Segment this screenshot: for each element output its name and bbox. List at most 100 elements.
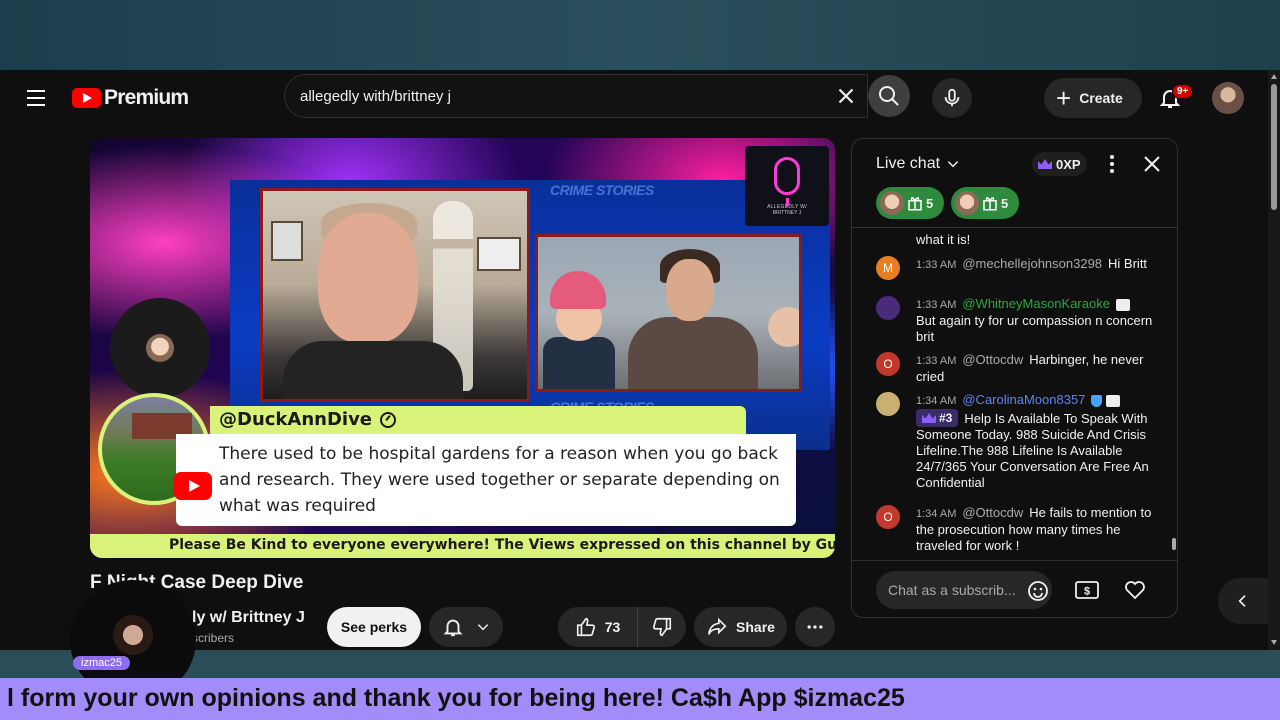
close-chat-icon[interactable] [1140, 152, 1164, 176]
chat-scrollbar-thumb[interactable] [1172, 538, 1176, 550]
notifications-button[interactable]: 9+ [1152, 80, 1194, 116]
thumbs-up-icon [576, 617, 595, 637]
youtube-logo[interactable]: Premium [72, 86, 189, 110]
live-chat-mode-selector[interactable]: Live chat [876, 155, 960, 173]
dislike-button[interactable] [638, 607, 686, 647]
search-icon [879, 86, 899, 106]
author-avatar[interactable]: O [876, 505, 900, 529]
photo-child-body [543, 337, 615, 389]
host-body [283, 341, 463, 399]
chevron-left-icon [1238, 595, 1246, 607]
share-button[interactable]: Share [694, 607, 787, 647]
emoji-icon[interactable] [1026, 579, 1050, 603]
clear-search-icon[interactable] [833, 83, 859, 109]
channel-name[interactable]: ly w/ Brittney J [192, 609, 305, 627]
voice-search-button[interactable] [932, 78, 972, 118]
live-chat-header: Live chat 0XP [852, 139, 1177, 189]
message-author[interactable]: @WhitneyMasonKaraoke [962, 296, 1110, 311]
featured-comment-author: @DuckAnnDive [219, 409, 397, 430]
search-button[interactable] [868, 74, 914, 118]
see-perks-button[interactable]: See perks [327, 607, 421, 647]
like-count: 73 [604, 619, 621, 635]
author-avatar[interactable] [876, 296, 900, 320]
message-time: 1:34 AM [916, 508, 957, 520]
photo-woman-face [666, 259, 714, 321]
more-actions-button[interactable] [795, 607, 835, 647]
xp-indicator[interactable]: 0XP [1032, 152, 1087, 176]
guest-avatar-circle [110, 298, 210, 398]
message-author[interactable]: @Ottocdw [962, 505, 1023, 520]
create-label: Create [1079, 90, 1123, 106]
page-scrollbar[interactable] [1268, 70, 1280, 650]
chat-message-list[interactable]: what it is! M 1:33 AM @mechellejohnson329… [852, 228, 1170, 560]
scroll-up-arrow-icon[interactable] [1271, 74, 1277, 79]
host-camera-feed [260, 188, 530, 402]
super-chat-button[interactable]: $ [1072, 571, 1102, 609]
author-avatar[interactable] [876, 392, 900, 416]
scroll-down-arrow-icon[interactable] [1271, 640, 1277, 645]
ticker-bar: Please Be Kind to everyone everywhere! T… [90, 534, 835, 558]
like-button[interactable]: 73 [558, 607, 638, 647]
gift-icon [983, 197, 997, 211]
youtube-badge-icon [174, 472, 212, 500]
message-time: 1:34 AM [916, 395, 957, 407]
host-face [318, 213, 418, 343]
chat-scrollbar[interactable] [1170, 228, 1177, 560]
side-panel-toggle[interactable] [1218, 578, 1268, 624]
like-chat-button[interactable] [1120, 571, 1150, 609]
gift-membership-pill[interactable]: 5 [876, 187, 944, 219]
photo-child-helmet [550, 271, 606, 309]
stream-marquee: l form your own opinions and thank you f… [0, 678, 1280, 720]
chat-message: O 1:33 AM @Ottocdw Harbinger, he never cri… [876, 352, 1166, 385]
gift-count: 5 [1001, 195, 1009, 211]
live-chat-panel: Live chat 0XP 5 5 what it is! M 1:33 AM @… [851, 138, 1178, 618]
account-avatar[interactable] [1212, 82, 1244, 114]
search-input[interactable] [300, 75, 820, 117]
thumbs-down-icon [652, 617, 672, 637]
comment-author-name: @DuckAnnDive [219, 409, 373, 430]
channel-subscriber-count: scribers [192, 631, 235, 645]
podcast-microphone-icon [774, 156, 800, 206]
menu-icon[interactable] [20, 82, 52, 114]
message-time: 1:33 AM [916, 259, 957, 271]
live-chat-title: Live chat [876, 155, 941, 172]
chat-message: 1:33 AM @WhitneyMasonKaraoke But again ty … [876, 296, 1166, 345]
message-text: Hi Britt [1108, 256, 1148, 271]
youtube-play-icon [72, 88, 101, 108]
member-badge-icon [1115, 298, 1130, 311]
gifter-avatar [880, 191, 904, 215]
masthead: Premium + Create 9+ [0, 70, 1268, 126]
wall-frame [477, 237, 521, 271]
chat-input-area: $ [852, 560, 1177, 617]
verified-badge-icon [1091, 394, 1103, 407]
chat-message: 1:34 AM @CarolinaMoon8357 #3 Help Is Availa… [876, 392, 1166, 491]
message-author[interactable]: @CarolinaMoon8357 [962, 392, 1085, 407]
chat-message: what it is! [876, 232, 1166, 248]
author-avatar[interactable]: O [876, 352, 900, 376]
author-avatar[interactable]: M [876, 256, 900, 280]
message-author[interactable]: @Ottocdw [962, 352, 1023, 367]
heart-icon [1125, 581, 1145, 600]
like-dislike-group: 73 [558, 607, 686, 647]
video-player[interactable]: CRIME STORIES CRIME STORIES ALLEGEDLY W/… [90, 138, 835, 558]
stream-top-band [0, 0, 1280, 70]
message-author[interactable]: @mechellejohnson3298 [962, 256, 1102, 271]
gift-membership-pill[interactable]: 5 [951, 187, 1019, 219]
member-badge-icon [1106, 394, 1121, 407]
svg-text:$: $ [1084, 586, 1090, 598]
create-button[interactable]: + Create [1044, 78, 1142, 118]
chevron-down-icon [477, 624, 489, 631]
marquee-text: l form your own opinions and thank you f… [7, 684, 905, 712]
logo-text: Premium [104, 86, 189, 109]
notification-preference-button[interactable] [429, 607, 503, 647]
photo-woman-body [628, 317, 758, 389]
crown-icon [922, 413, 936, 423]
streamer-name-tag: izmac25 [73, 656, 130, 670]
photo-feed [535, 234, 802, 392]
message-text: But again ty for ur compassion n concern… [916, 313, 1153, 344]
backdrop-text: CRIME STORIES [550, 182, 654, 198]
chat-more-options-icon[interactable] [1102, 153, 1122, 175]
message-text: what it is! [916, 232, 971, 247]
scrollbar-thumb[interactable] [1271, 84, 1277, 210]
crown-icon [1038, 159, 1052, 169]
